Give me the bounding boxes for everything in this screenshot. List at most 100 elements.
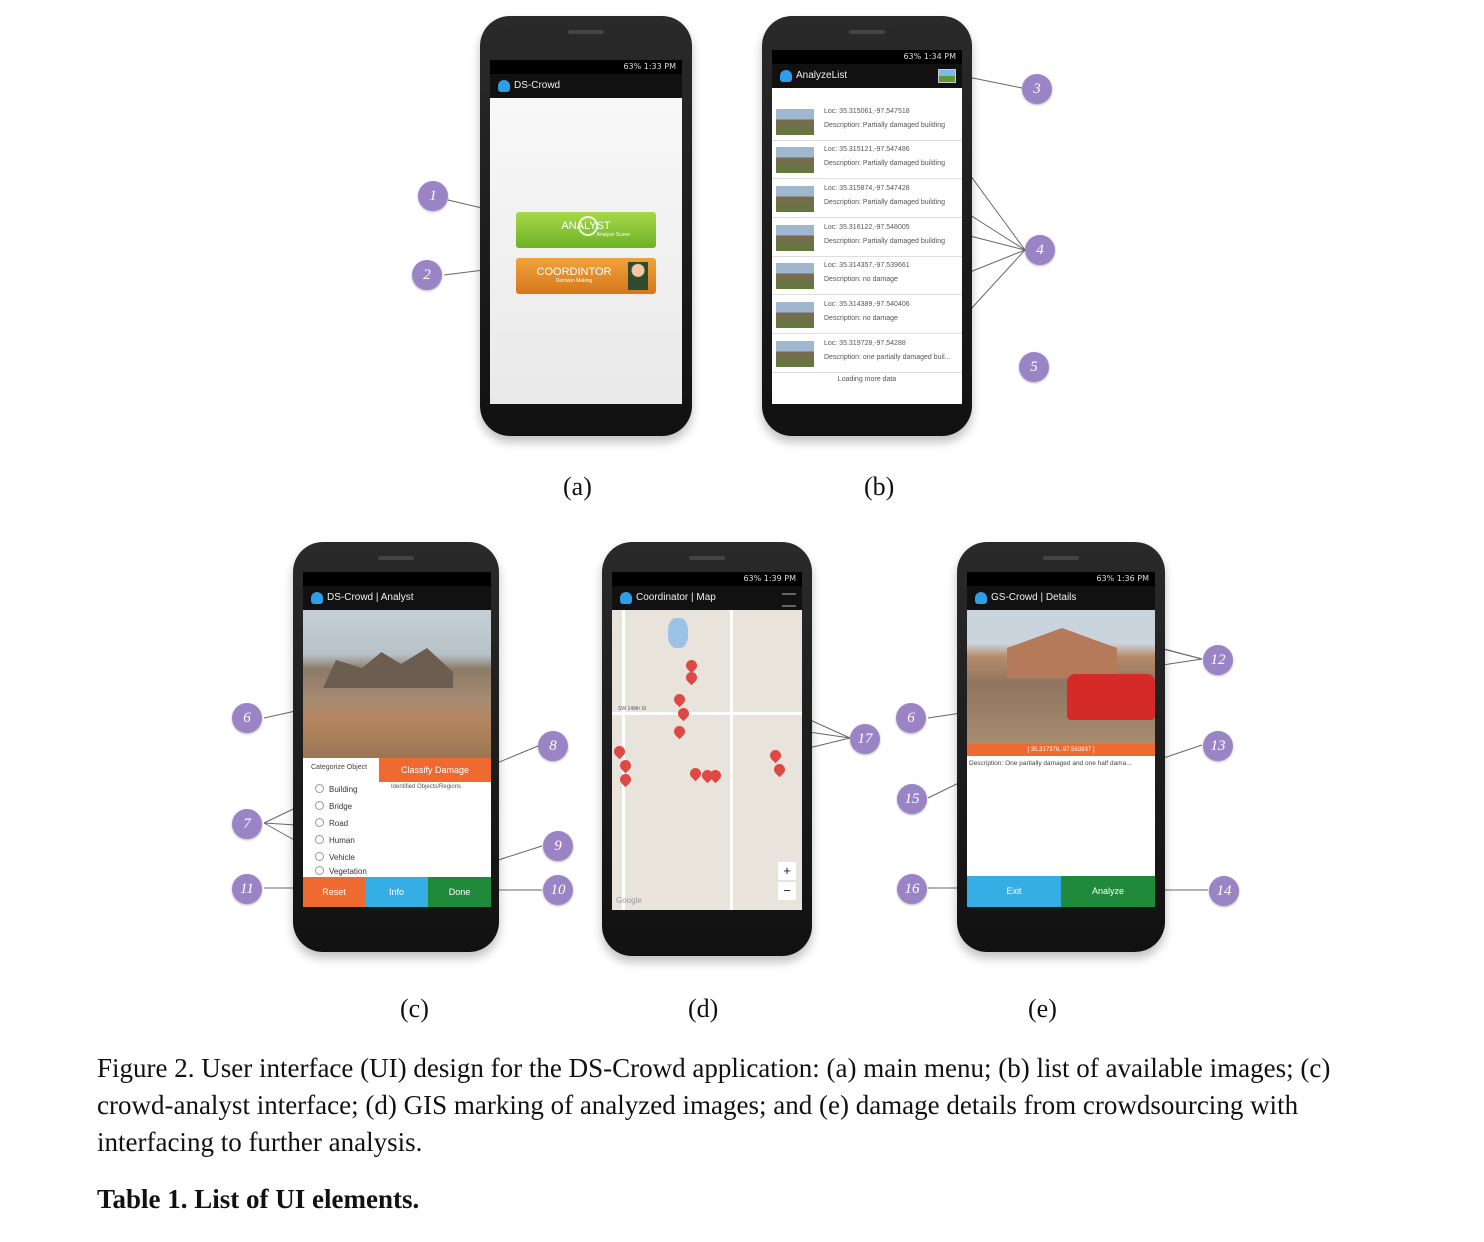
list-item[interactable]: Loc: 35.314389,-97.540406 Description: n…	[772, 295, 962, 334]
radio-road[interactable]: Road	[315, 818, 348, 828]
status-bar: 63% 1:36 PM	[967, 572, 1155, 586]
radio-vehicle[interactable]: Vehicle	[315, 852, 355, 862]
sublabel-c: (c)	[400, 994, 429, 1023]
list-item-loc: Loc: 35.314389,-97.540406	[824, 301, 910, 308]
street-label: SW 149th St	[618, 706, 647, 712]
radio-bridge[interactable]: Bridge	[315, 801, 352, 811]
screen-a: 63% 1:33 PM DS-Crowd ANALYST Analyze Sce…	[490, 60, 682, 404]
list-item[interactable]: Loc: 35.315061,-97.547518 Description: P…	[772, 102, 962, 141]
detail-image[interactable]	[967, 610, 1155, 744]
callout-3: 3	[1022, 74, 1052, 104]
map-pin[interactable]	[771, 761, 788, 778]
action-bar: DS-Crowd	[490, 74, 682, 98]
loading-more-text: Loading more data	[837, 376, 897, 383]
phone-e: 63% 1:36 PM GS-Crowd | Details [ 35.3173…	[957, 542, 1165, 952]
callout-17: 17	[850, 724, 880, 754]
analyst-button[interactable]: ANALYST Analyze Scene	[516, 212, 656, 248]
info-button[interactable]: Info	[365, 877, 428, 907]
lake	[668, 618, 688, 648]
app-title: Coordinator | Map	[636, 592, 716, 603]
sublabel-a: (a)	[563, 472, 592, 501]
list-item-loc: Loc: 35.319728,-97.54288	[824, 340, 906, 347]
list-thumbnail	[776, 109, 814, 135]
analyze-button[interactable]: Analyze	[1061, 876, 1155, 907]
list-item[interactable]: Loc: 35.314357,-97.539661 Description: n…	[772, 256, 962, 295]
phone-speaker	[689, 556, 725, 560]
list-item-desc: Description: no damage	[824, 315, 898, 322]
truck-shape	[1067, 674, 1155, 720]
callout-1: 1	[418, 181, 448, 211]
android-icon	[311, 592, 323, 604]
done-button[interactable]: Done	[428, 877, 491, 907]
action-bar: Coordinator | Map	[612, 586, 802, 610]
figure-caption: Figure 2. User interface (UI) design for…	[97, 1053, 1331, 1157]
reset-button[interactable]: Reset	[303, 877, 365, 907]
scene-image[interactable]	[303, 610, 491, 758]
zoom-in-button[interactable]: +	[778, 862, 796, 880]
person-icon	[628, 262, 648, 290]
sublabel-b: (b)	[864, 472, 895, 501]
callout-11: 11	[232, 874, 262, 904]
list-item-desc: Description: no damage	[824, 276, 898, 283]
radio-vegetation[interactable]: Vegetation	[315, 866, 367, 876]
zoom-out-button[interactable]: −	[778, 882, 796, 900]
radio-human[interactable]: Human	[315, 835, 355, 845]
map-pin[interactable]	[675, 705, 692, 722]
google-logo: Google	[616, 896, 642, 905]
callout-2: 2	[412, 260, 442, 290]
screen-c: DS-Crowd | Analyst Categorize Object Cla…	[303, 572, 491, 907]
status-bar	[303, 572, 491, 586]
android-icon	[620, 592, 632, 604]
list-item-loc: Loc: 35.316122,-97.548005	[824, 224, 910, 231]
screen-b: 63% 1:34 PM AnalyzeList Loc: 35.315061,-…	[772, 50, 962, 404]
map-pin[interactable]	[671, 691, 688, 708]
map-pin[interactable]	[617, 771, 634, 788]
classify-damage-button[interactable]: Classify Damage	[379, 758, 491, 782]
coordinator-button[interactable]: COORDINTOR Decision Making	[516, 258, 656, 294]
status-bar: 63% 1:34 PM	[772, 50, 962, 64]
app-title: DS-Crowd	[514, 80, 561, 91]
callout-4: 4	[1025, 235, 1055, 265]
callout-6-e: 6	[896, 703, 926, 733]
screen-e: 63% 1:36 PM GS-Crowd | Details [ 35.3173…	[967, 572, 1155, 907]
list-item-loc: Loc: 35.315121,-97.547486	[824, 146, 910, 153]
map-pin[interactable]	[767, 747, 784, 764]
map-pin[interactable]	[671, 723, 688, 740]
phone-speaker	[1043, 556, 1079, 560]
list-thumbnail	[776, 186, 814, 212]
sublabel-d: (d)	[688, 994, 719, 1023]
debris-shape	[323, 648, 453, 688]
phone-speaker	[378, 556, 414, 560]
app-title: AnalyzeList	[796, 70, 848, 81]
map-view[interactable]: SW 149th St + − Google	[612, 610, 802, 910]
callout-15: 15	[897, 784, 927, 814]
screen-d: 63% 1:39 PM Coordinator | Map SW 149th S…	[612, 572, 802, 910]
menu-icon[interactable]	[782, 593, 796, 607]
callout-12: 12	[1203, 645, 1233, 675]
list-item[interactable]: Loc: 35.319728,-97.54288 Description: on…	[772, 334, 962, 373]
gallery-icon[interactable]	[938, 69, 956, 83]
map-pin[interactable]	[683, 669, 700, 686]
callout-7: 7	[232, 809, 262, 839]
coords-bar: [ 35.317378,-97.563937 ]	[967, 744, 1155, 756]
road-horizontal	[612, 712, 802, 715]
map-pin[interactable]	[617, 757, 634, 774]
exit-button[interactable]: Exit	[967, 876, 1061, 907]
radio-building[interactable]: Building	[315, 784, 357, 794]
callout-10: 10	[543, 875, 573, 905]
android-icon	[780, 70, 792, 82]
list-item-loc: Loc: 35.314357,-97.539661	[824, 262, 910, 269]
categorize-label: Categorize Object	[311, 764, 368, 771]
phone-a: 63% 1:33 PM DS-Crowd ANALYST Analyze Sce…	[480, 16, 692, 436]
action-bar: GS-Crowd | Details	[967, 586, 1155, 610]
status-bar: 63% 1:39 PM	[612, 572, 802, 586]
table-title: Table 1. List of UI elements.	[97, 1184, 420, 1214]
list-item[interactable]: Loc: 35.315121,-97.547486 Description: P…	[772, 140, 962, 179]
android-icon	[498, 80, 510, 92]
list-item[interactable]: Loc: 35.316122,-97.548005 Description: P…	[772, 218, 962, 257]
callout-6: 6	[232, 703, 262, 733]
list-item-loc: Loc: 35.315874,-97.547428	[824, 185, 910, 192]
list-item[interactable]: Loc: 35.315874,-97.547428 Description: P…	[772, 179, 962, 218]
list-thumbnail	[776, 147, 814, 173]
road-vertical	[730, 610, 733, 910]
